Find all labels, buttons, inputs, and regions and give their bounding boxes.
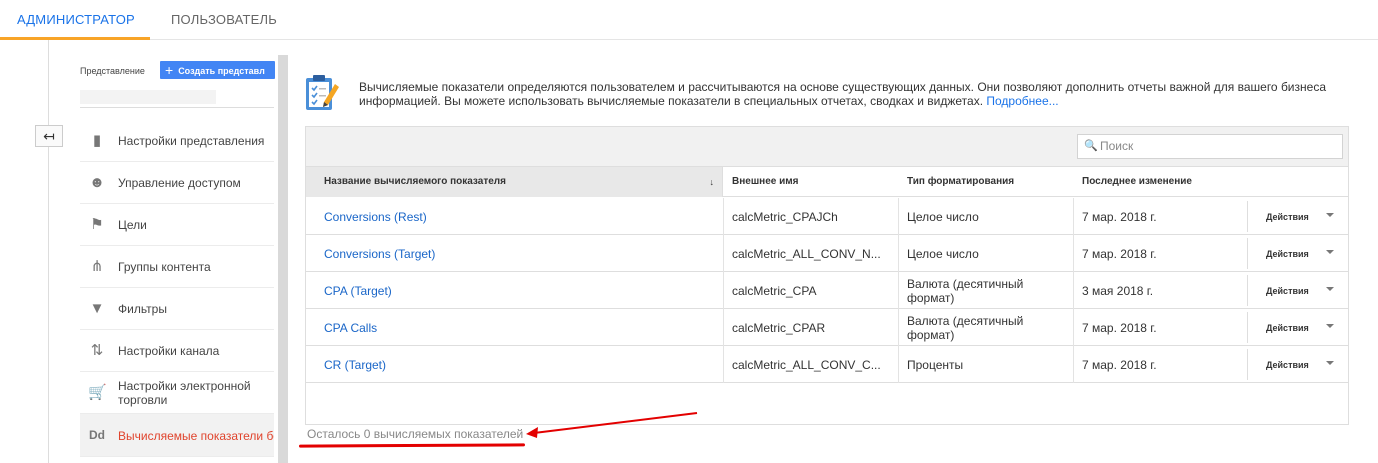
- format-type: Целое число: [907, 209, 979, 224]
- column-header-format[interactable]: Тип форматирования: [907, 167, 1014, 197]
- sidebar-item-filters[interactable]: ▼ Фильтры: [80, 288, 274, 330]
- plus-icon: +: [165, 62, 174, 78]
- format-type: Целое число: [907, 246, 979, 261]
- actions-label: Действия: [1266, 211, 1309, 222]
- metric-name-link[interactable]: Conversions (Target): [324, 235, 435, 272]
- actions-dropdown[interactable]: Действия: [1247, 238, 1348, 269]
- format-type: Валюта (десятичный формат): [907, 276, 1024, 305]
- caret-down-icon: [1326, 287, 1334, 291]
- sidebar-item-channel[interactable]: ⇅ Настройки канала: [80, 330, 274, 372]
- create-view-button[interactable]: + Создать представл: [160, 61, 275, 79]
- metric-name-link[interactable]: CPA (Target): [324, 272, 392, 309]
- sidebar-item-label: Настройки представления: [118, 134, 265, 148]
- filter-icon: ▼: [89, 300, 105, 317]
- table-row: Conversions (Target) calcMetric_ALL_CONV…: [306, 235, 1348, 272]
- modified-date: 7 мар. 2018 г.: [1082, 357, 1157, 372]
- sidebar-guide-line: [48, 40, 49, 463]
- caret-down-icon: [1326, 213, 1334, 217]
- sidebar-item-label: Вычисляемые показатели бе: [118, 429, 274, 443]
- modified-date: 7 мар. 2018 г.: [1082, 246, 1157, 261]
- actions-dropdown[interactable]: Действия: [1247, 275, 1348, 306]
- caret-down-icon: [1326, 361, 1334, 365]
- metrics-table: 🔍 Поиск Название вычисляемого показателя…: [305, 126, 1349, 425]
- sidebar-item-label: Цели: [118, 218, 147, 232]
- table-header: Название вычисляемого показателя ↓ Внешн…: [306, 167, 1348, 197]
- dd-icon: Dd: [89, 428, 105, 442]
- view-selector[interactable]: [80, 90, 216, 104]
- intro-body: Вычисляемые показатели определяются поль…: [359, 80, 1326, 108]
- annotation-underline: [298, 443, 526, 448]
- modified-date: 7 мар. 2018 г.: [1082, 209, 1157, 224]
- sidebar-item-label: Настройки электронной торговли: [118, 379, 251, 407]
- external-name: calcMetric_CPAJCh: [732, 209, 838, 224]
- search-icon: 🔍: [1084, 140, 1098, 152]
- search-input[interactable]: 🔍 Поиск: [1077, 134, 1343, 159]
- people-icon: ☻: [89, 174, 105, 191]
- modified-date: 3 мая 2018 г.: [1082, 283, 1154, 298]
- actions-dropdown[interactable]: Действия: [1247, 201, 1348, 232]
- cart-icon: 🛒: [88, 384, 107, 401]
- column-header-external[interactable]: Внешнее имя: [732, 167, 798, 197]
- table-row: Conversions (Rest) calcMetric_CPAJCh Цел…: [306, 198, 1348, 235]
- actions-label: Действия: [1266, 285, 1309, 296]
- sidebar-item-ecommerce[interactable]: 🛒 Настройки электронной торговли: [80, 372, 274, 414]
- table-row: CR (Target) calcMetric_ALL_CONV_C... Про…: [306, 346, 1348, 383]
- search-placeholder: Поиск: [1100, 139, 1134, 153]
- tab-admin[interactable]: АДМИНИСТРАТОР: [17, 12, 135, 27]
- table-toolbar: 🔍 Поиск: [306, 127, 1348, 167]
- format-type: Проценты: [907, 357, 964, 372]
- caret-down-icon: [1326, 250, 1334, 254]
- metric-name-link[interactable]: Conversions (Rest): [324, 198, 427, 235]
- format-type: Валюта (десятичный формат): [907, 313, 1024, 342]
- top-tabs: АДМИНИСТРАТОР ПОЛЬЗОВАТЕЛЬ: [0, 0, 1378, 40]
- sidebar-item-label: Фильтры: [118, 302, 167, 316]
- sort-down-icon: ↓: [709, 177, 715, 187]
- metric-name-link[interactable]: CR (Target): [324, 346, 386, 383]
- actions-dropdown[interactable]: Действия: [1247, 349, 1348, 380]
- sidebar: Представление + Создать представл ↤ ▮ Нас…: [0, 40, 290, 463]
- sidebar-item-label: Настройки канала: [118, 344, 220, 358]
- caret-down-icon: [1326, 324, 1334, 328]
- metric-name-link[interactable]: CPA Calls: [324, 309, 377, 346]
- sidebar-item-label: Группы контента: [118, 260, 211, 274]
- sidebar-item-goals[interactable]: ⚑ Цели: [80, 204, 274, 246]
- sidebar-item-calculated-metrics[interactable]: Dd Вычисляемые показатели бе: [80, 414, 274, 457]
- table-row: CPA (Target) calcMetric_CPA Валюта (деся…: [306, 272, 1348, 309]
- clipboard-icon: [306, 75, 339, 110]
- sidebar-item-view-settings[interactable]: ▮ Настройки представления: [80, 120, 274, 162]
- annotation-arrow-icon: [526, 412, 698, 438]
- external-name: calcMetric_CPA: [732, 283, 817, 298]
- actions-label: Действия: [1266, 322, 1309, 333]
- sidebar-scrollbar[interactable]: [278, 55, 288, 463]
- document-icon: ▮: [92, 132, 102, 149]
- tab-user[interactable]: ПОЛЬЗОВАТЕЛЬ: [171, 12, 277, 27]
- external-name: calcMetric_ALL_CONV_N...: [732, 246, 881, 261]
- create-view-label: Создать представл: [178, 66, 265, 76]
- actions-label: Действия: [1266, 359, 1309, 370]
- remaining-count: Осталось 0 вычисляемых показателей: [307, 427, 524, 441]
- sidebar-item-label: Управление доступом: [118, 176, 241, 190]
- channel-icon: ⇅: [90, 342, 104, 359]
- column-header-name[interactable]: Название вычисляемого показателя ↓: [306, 167, 723, 197]
- learn-more-link[interactable]: Подробнее...: [986, 94, 1058, 108]
- actions-dropdown[interactable]: Действия: [1247, 312, 1348, 343]
- sidebar-item-access[interactable]: ☻ Управление доступом: [80, 162, 274, 204]
- column-header-label: Название вычисляемого показателя: [324, 176, 506, 187]
- divider: [80, 107, 274, 108]
- modified-date: 7 мар. 2018 г.: [1082, 320, 1157, 335]
- main-content: Вычисляемые показатели определяются поль…: [290, 40, 1378, 463]
- content-group-icon: ⋔: [90, 258, 104, 275]
- actions-label: Действия: [1266, 248, 1309, 259]
- intro-text: Вычисляемые показатели определяются поль…: [359, 80, 1349, 108]
- external-name: calcMetric_CPAR: [732, 320, 826, 335]
- table-row: CPA Calls calcMetric_CPAR Валюта (десяти…: [306, 309, 1348, 346]
- external-name: calcMetric_ALL_CONV_C...: [732, 357, 881, 372]
- flag-icon: ⚑: [90, 216, 104, 233]
- sidebar-item-content-groups[interactable]: ⋔ Группы контента: [80, 246, 274, 288]
- column-header-modified[interactable]: Последнее изменение: [1082, 167, 1192, 197]
- arrow-left-icon[interactable]: ↤: [35, 125, 63, 147]
- view-label: Представление: [80, 66, 145, 76]
